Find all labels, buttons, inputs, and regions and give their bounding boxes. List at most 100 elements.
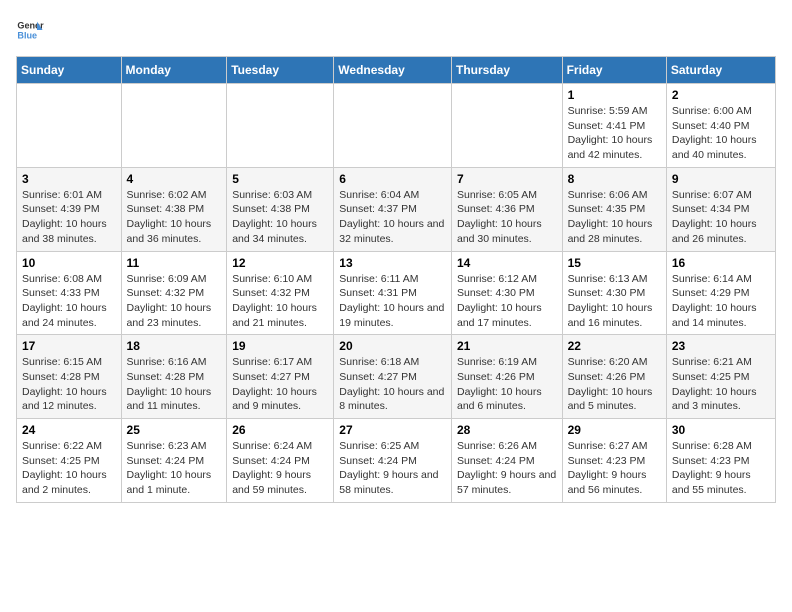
day-number: 25 (127, 423, 222, 437)
header-row: SundayMondayTuesdayWednesdayThursdayFrid… (17, 57, 776, 84)
day-cell: 28Sunrise: 6:26 AM Sunset: 4:24 PM Dayli… (451, 419, 562, 503)
day-cell: 1 Sunrise: 5:59 AM Sunset: 4:41 PM Daylig… (562, 84, 666, 168)
day-number: 11 (127, 256, 222, 270)
day-cell: 23 Sunrise: 6:21 AM Sunset: 4:25 PM Dayli… (666, 335, 775, 419)
day-info: Sunrise: 6:13 AM Sunset: 4:30 PM Dayligh… (568, 272, 661, 331)
day-info: Sunrise: 6:05 AM Sunset: 4:36 PM Dayligh… (457, 188, 557, 247)
day-info: Sunrise: 6:09 AM Sunset: 4:32 PM Dayligh… (127, 272, 222, 331)
week-row-4: 24 Sunrise: 6:22 AM Sunset: 4:25 PM Dayli… (17, 419, 776, 503)
day-info: Sunrise: 6:20 AM Sunset: 4:26 PM Dayligh… (568, 355, 661, 414)
day-info: Sunrise: 6:06 AM Sunset: 4:35 PM Dayligh… (568, 188, 661, 247)
day-cell: 15Sunrise: 6:13 AM Sunset: 4:30 PM Dayli… (562, 251, 666, 335)
header-cell-friday: Friday (562, 57, 666, 84)
day-number: 1 (568, 88, 661, 102)
day-number: 7 (457, 172, 557, 186)
calendar-body: 1 Sunrise: 5:59 AM Sunset: 4:41 PM Daylig… (17, 84, 776, 503)
day-info: Sunrise: 6:18 AM Sunset: 4:27 PM Dayligh… (339, 355, 446, 414)
day-info: Sunrise: 6:16 AM Sunset: 4:28 PM Dayligh… (127, 355, 222, 414)
day-info: Sunrise: 6:07 AM Sunset: 4:34 PM Dayligh… (672, 188, 770, 247)
day-info: Sunrise: 6:22 AM Sunset: 4:25 PM Dayligh… (22, 439, 116, 498)
day-cell: 18 Sunrise: 6:16 AM Sunset: 4:28 PM Dayli… (121, 335, 227, 419)
calendar-header: SundayMondayTuesdayWednesdayThursdayFrid… (17, 57, 776, 84)
day-info: Sunrise: 6:27 AM Sunset: 4:23 PM Dayligh… (568, 439, 661, 498)
day-cell: 21 Sunrise: 6:19 AM Sunset: 4:26 PM Dayli… (451, 335, 562, 419)
day-cell: 16Sunrise: 6:14 AM Sunset: 4:29 PM Dayli… (666, 251, 775, 335)
day-number: 17 (22, 339, 116, 353)
header-cell-thursday: Thursday (451, 57, 562, 84)
day-number: 4 (127, 172, 222, 186)
day-number: 24 (22, 423, 116, 437)
day-cell: 22Sunrise: 6:20 AM Sunset: 4:26 PM Dayli… (562, 335, 666, 419)
day-cell (334, 84, 452, 168)
day-info: Sunrise: 6:17 AM Sunset: 4:27 PM Dayligh… (232, 355, 328, 414)
day-info: Sunrise: 6:10 AM Sunset: 4:32 PM Dayligh… (232, 272, 328, 331)
day-cell: 8 Sunrise: 6:06 AM Sunset: 4:35 PM Daylig… (562, 167, 666, 251)
day-cell: 9 Sunrise: 6:07 AM Sunset: 4:34 PM Daylig… (666, 167, 775, 251)
day-number: 19 (232, 339, 328, 353)
day-cell: 4 Sunrise: 6:02 AM Sunset: 4:38 PM Daylig… (121, 167, 227, 251)
day-number: 27 (339, 423, 446, 437)
day-cell: 5Sunrise: 6:03 AM Sunset: 4:38 PM Daylig… (227, 167, 334, 251)
day-cell: 29 Sunrise: 6:27 AM Sunset: 4:23 PM Dayli… (562, 419, 666, 503)
day-info: Sunrise: 6:04 AM Sunset: 4:37 PM Dayligh… (339, 188, 446, 247)
header-cell-sunday: Sunday (17, 57, 122, 84)
day-info: Sunrise: 6:15 AM Sunset: 4:28 PM Dayligh… (22, 355, 116, 414)
day-number: 18 (127, 339, 222, 353)
day-number: 12 (232, 256, 328, 270)
day-cell: 20 Sunrise: 6:18 AM Sunset: 4:27 PM Dayli… (334, 335, 452, 419)
day-cell (121, 84, 227, 168)
day-number: 9 (672, 172, 770, 186)
svg-text:Blue: Blue (17, 30, 37, 40)
day-cell: 13Sunrise: 6:11 AM Sunset: 4:31 PM Dayli… (334, 251, 452, 335)
day-number: 8 (568, 172, 661, 186)
day-number: 13 (339, 256, 446, 270)
day-cell: 24 Sunrise: 6:22 AM Sunset: 4:25 PM Dayli… (17, 419, 122, 503)
day-number: 28 (457, 423, 557, 437)
logo: General Blue (16, 16, 50, 44)
day-info: Sunrise: 6:00 AM Sunset: 4:40 PM Dayligh… (672, 104, 770, 163)
day-info: Sunrise: 6:28 AM Sunset: 4:23 PM Dayligh… (672, 439, 770, 498)
day-number: 23 (672, 339, 770, 353)
header-cell-saturday: Saturday (666, 57, 775, 84)
day-cell (227, 84, 334, 168)
day-info: Sunrise: 6:01 AM Sunset: 4:39 PM Dayligh… (22, 188, 116, 247)
day-number: 5 (232, 172, 328, 186)
day-number: 29 (568, 423, 661, 437)
week-row-3: 17 Sunrise: 6:15 AM Sunset: 4:28 PM Dayli… (17, 335, 776, 419)
week-row-2: 10 Sunrise: 6:08 AM Sunset: 4:33 PM Dayli… (17, 251, 776, 335)
day-cell: 3 Sunrise: 6:01 AM Sunset: 4:39 PM Daylig… (17, 167, 122, 251)
day-number: 10 (22, 256, 116, 270)
day-cell: 7 Sunrise: 6:05 AM Sunset: 4:36 PM Daylig… (451, 167, 562, 251)
day-cell (17, 84, 122, 168)
day-number: 30 (672, 423, 770, 437)
day-cell: 19 Sunrise: 6:17 AM Sunset: 4:27 PM Dayli… (227, 335, 334, 419)
day-info: Sunrise: 6:08 AM Sunset: 4:33 PM Dayligh… (22, 272, 116, 331)
day-cell: 2 Sunrise: 6:00 AM Sunset: 4:40 PM Daylig… (666, 84, 775, 168)
day-info: Sunrise: 6:21 AM Sunset: 4:25 PM Dayligh… (672, 355, 770, 414)
week-row-0: 1 Sunrise: 5:59 AM Sunset: 4:41 PM Daylig… (17, 84, 776, 168)
day-number: 2 (672, 88, 770, 102)
day-number: 3 (22, 172, 116, 186)
day-cell: 12 Sunrise: 6:10 AM Sunset: 4:32 PM Dayli… (227, 251, 334, 335)
day-cell: 27 Sunrise: 6:25 AM Sunset: 4:24 PM Dayli… (334, 419, 452, 503)
day-number: 6 (339, 172, 446, 186)
day-cell: 30 Sunrise: 6:28 AM Sunset: 4:23 PM Dayli… (666, 419, 775, 503)
day-info: Sunrise: 6:02 AM Sunset: 4:38 PM Dayligh… (127, 188, 222, 247)
calendar-table: SundayMondayTuesdayWednesdayThursdayFrid… (16, 56, 776, 503)
day-info: Sunrise: 6:24 AM Sunset: 4:24 PM Dayligh… (232, 439, 328, 498)
day-number: 21 (457, 339, 557, 353)
header-cell-monday: Monday (121, 57, 227, 84)
day-info: Sunrise: 6:19 AM Sunset: 4:26 PM Dayligh… (457, 355, 557, 414)
day-number: 14 (457, 256, 557, 270)
day-cell (451, 84, 562, 168)
day-info: Sunrise: 6:12 AM Sunset: 4:30 PM Dayligh… (457, 272, 557, 331)
logo-icon: General Blue (16, 16, 44, 44)
day-info: Sunrise: 5:59 AM Sunset: 4:41 PM Dayligh… (568, 104, 661, 163)
header-cell-wednesday: Wednesday (334, 57, 452, 84)
day-cell: 14 Sunrise: 6:12 AM Sunset: 4:30 PM Dayli… (451, 251, 562, 335)
day-number: 20 (339, 339, 446, 353)
header-cell-tuesday: Tuesday (227, 57, 334, 84)
day-number: 26 (232, 423, 328, 437)
day-cell: 17 Sunrise: 6:15 AM Sunset: 4:28 PM Dayli… (17, 335, 122, 419)
day-info: Sunrise: 6:25 AM Sunset: 4:24 PM Dayligh… (339, 439, 446, 498)
